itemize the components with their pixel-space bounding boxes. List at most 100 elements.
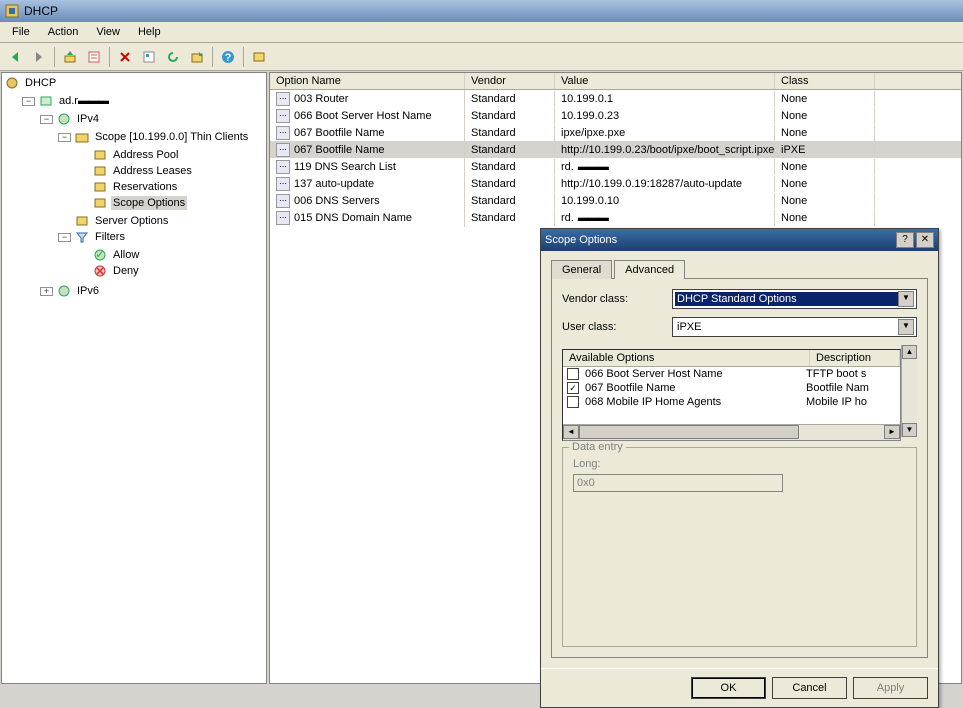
- ipv4-icon: [56, 111, 72, 127]
- delete-button[interactable]: [114, 46, 136, 68]
- tree-filters[interactable]: − Filters: [10, 229, 258, 245]
- list-row[interactable]: ⋯066 Boot Server Host NameStandard10.199…: [270, 107, 961, 124]
- refresh-button[interactable]: [162, 46, 184, 68]
- collapse-toggle[interactable]: −: [58, 133, 71, 142]
- option-icon: ⋯: [276, 126, 290, 140]
- data-entry-group: Data entry Long:: [562, 447, 917, 647]
- collapse-toggle[interactable]: −: [22, 97, 35, 106]
- menubar: File Action View Help: [0, 22, 963, 43]
- apply-button[interactable]: Apply: [853, 677, 928, 699]
- col-available-options[interactable]: Available Options: [563, 350, 810, 366]
- tree-server-options[interactable]: Server Options: [10, 213, 258, 229]
- list-row[interactable]: ⋯067 Bootfile NameStandardhttp://10.199.…: [270, 141, 961, 158]
- option-row[interactable]: 066 Boot Server Host NameTFTP boot s: [563, 367, 900, 381]
- tree-scope-options[interactable]: Scope Options: [12, 195, 256, 211]
- tab-general[interactable]: General: [551, 260, 612, 279]
- menu-view[interactable]: View: [88, 24, 128, 40]
- configure-button[interactable]: [138, 46, 160, 68]
- col-option-name[interactable]: Option Name: [270, 73, 465, 89]
- vendor-class-combo[interactable]: DHCP Standard Options ▼: [672, 289, 917, 309]
- scroll-right-button[interactable]: ►: [884, 425, 900, 439]
- dialog-titlebar[interactable]: Scope Options ? ✕: [541, 229, 938, 251]
- option-icon: ⋯: [276, 143, 290, 157]
- tree-reservations[interactable]: Reservations: [12, 179, 256, 195]
- tree-server[interactable]: − ad.r: [6, 93, 262, 109]
- tree-root[interactable]: DHCP: [4, 75, 264, 91]
- option-icon: ⋯: [276, 160, 290, 174]
- scroll-thumb[interactable]: [579, 425, 799, 439]
- option-row[interactable]: ✓067 Bootfile NameBootfile Nam: [563, 381, 900, 395]
- chevron-down-icon[interactable]: ▼: [898, 291, 914, 307]
- list-row[interactable]: ⋯067 Bootfile NameStandardipxe/ipxe.pxeN…: [270, 124, 961, 141]
- scroll-left-button[interactable]: ◄: [563, 425, 579, 439]
- collapse-toggle[interactable]: −: [40, 115, 53, 124]
- list-row[interactable]: ⋯006 DNS ServersStandard10.199.0.10None: [270, 192, 961, 209]
- tree-address-pool[interactable]: Address Pool: [12, 147, 256, 163]
- menu-file[interactable]: File: [4, 24, 38, 40]
- cancel-button[interactable]: Cancel: [772, 677, 847, 699]
- vertical-scrollbar[interactable]: ▲ ▼: [901, 345, 917, 437]
- option-icon: ⋯: [276, 194, 290, 208]
- option-icon: ⋯: [276, 92, 290, 106]
- scope-options-dialog: Scope Options ? ✕ General Advanced Vendo…: [540, 228, 939, 708]
- col-value[interactable]: Value: [555, 73, 775, 89]
- server-options-icon: [74, 213, 90, 229]
- ipv6-icon: [56, 283, 72, 299]
- option-row[interactable]: 068 Mobile IP Home AgentsMobile IP ho: [563, 395, 900, 409]
- export-button[interactable]: [186, 46, 208, 68]
- chevron-down-icon[interactable]: ▼: [898, 319, 914, 335]
- svg-text:✓: ✓: [95, 249, 104, 261]
- properties-button[interactable]: [83, 46, 105, 68]
- leases-icon: [92, 163, 108, 179]
- list-row[interactable]: ⋯119 DNS Search ListStandardrd.None: [270, 158, 961, 175]
- collapse-toggle[interactable]: −: [58, 233, 71, 242]
- user-class-label: User class:: [562, 321, 672, 333]
- horizontal-scrollbar[interactable]: ◄ ►: [563, 424, 900, 440]
- back-button[interactable]: [4, 46, 26, 68]
- col-vendor[interactable]: Vendor: [465, 73, 555, 89]
- tree-ipv4[interactable]: − IPv4: [8, 111, 260, 127]
- option-icon: ⋯: [276, 109, 290, 123]
- up-button[interactable]: [59, 46, 81, 68]
- tree-address-leases[interactable]: Address Leases: [12, 163, 256, 179]
- reservations-icon: [92, 179, 108, 195]
- tree-deny[interactable]: Deny: [12, 263, 256, 279]
- scroll-down-button[interactable]: ▼: [902, 423, 917, 437]
- option-checkbox[interactable]: [567, 368, 579, 380]
- app-icon: [4, 3, 20, 19]
- tree-scope[interactable]: − Scope [10.199.0.0] Thin Clients: [10, 129, 258, 145]
- col-class[interactable]: Class: [775, 73, 875, 89]
- close-window-button[interactable]: ✕: [916, 232, 934, 248]
- list-row[interactable]: ⋯137 auto-updateStandardhttp://10.199.0.…: [270, 175, 961, 192]
- tree-ipv6[interactable]: + IPv6: [8, 283, 260, 299]
- menu-help[interactable]: Help: [130, 24, 169, 40]
- folder-icon: [74, 129, 90, 145]
- list-row[interactable]: ⋯003 RouterStandard10.199.0.1None: [270, 90, 961, 107]
- option-checkbox[interactable]: ✓: [567, 382, 579, 394]
- tree-panel: DHCP − ad.r − IPv4: [1, 72, 267, 684]
- ok-button[interactable]: OK: [691, 677, 766, 699]
- available-options-box: Available Options Description 066 Boot S…: [562, 349, 901, 441]
- forward-button[interactable]: [28, 46, 50, 68]
- list-header: Option Name Vendor Value Class: [270, 73, 961, 90]
- filters-icon: [74, 229, 90, 245]
- col-description[interactable]: Description: [810, 350, 900, 366]
- help-button[interactable]: ?: [217, 46, 239, 68]
- allow-icon: ✓: [92, 247, 108, 263]
- list-row[interactable]: ⋯015 DNS Domain NameStandardrd.None: [270, 209, 961, 226]
- help-window-button[interactable]: ?: [896, 232, 914, 248]
- user-class-combo[interactable]: iPXE ▼: [672, 317, 917, 337]
- option-checkbox[interactable]: [567, 396, 579, 408]
- tab-advanced[interactable]: Advanced: [614, 260, 685, 279]
- long-label: Long:: [573, 458, 906, 470]
- tree-allow[interactable]: ✓ Allow: [12, 247, 256, 263]
- action-button[interactable]: [248, 46, 270, 68]
- scroll-up-button[interactable]: ▲: [902, 345, 917, 359]
- expand-toggle[interactable]: +: [40, 287, 53, 296]
- window-titlebar: DHCP: [0, 0, 963, 22]
- server-icon: [38, 93, 54, 109]
- svg-text:?: ?: [225, 52, 232, 64]
- menu-action[interactable]: Action: [40, 24, 87, 40]
- data-entry-legend: Data entry: [569, 441, 626, 453]
- window-title: DHCP: [24, 4, 58, 18]
